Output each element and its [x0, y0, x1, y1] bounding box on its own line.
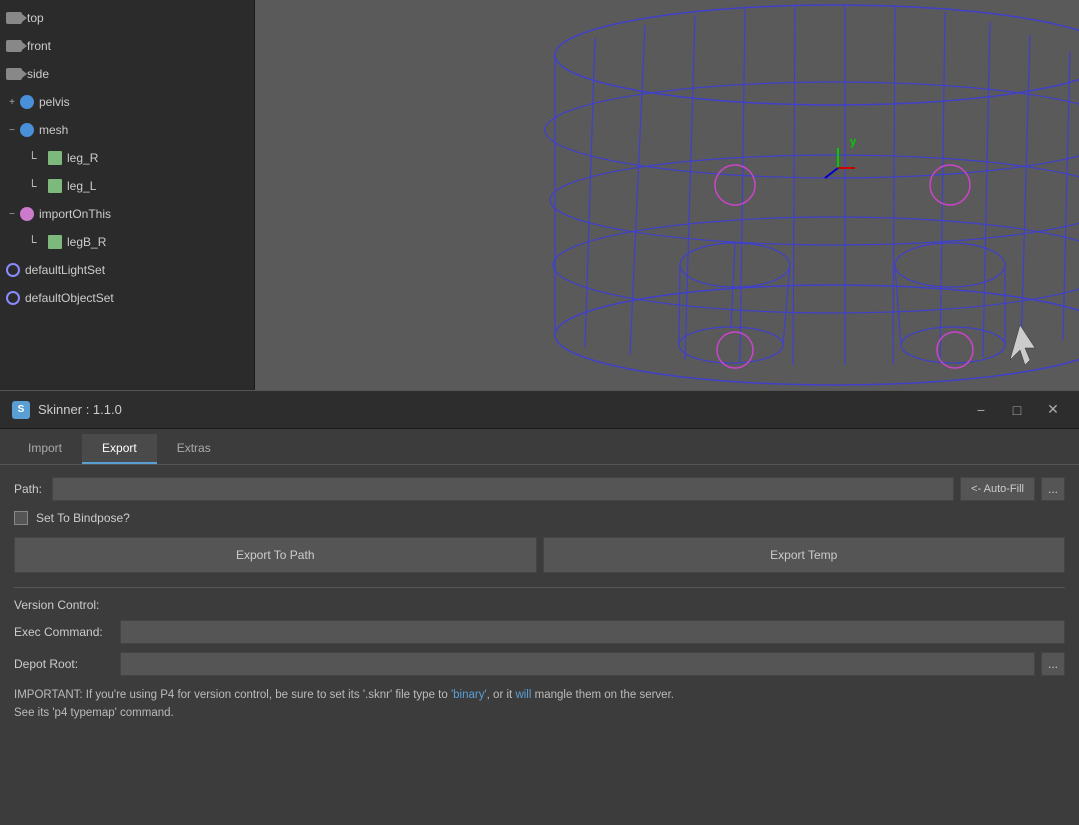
outliner-item-leg-r[interactable]: └ leg_R: [0, 144, 254, 172]
bindpose-row: Set To Bindpose?: [14, 511, 1065, 525]
outliner-label-leg-r: leg_R: [67, 151, 98, 165]
tab-extras[interactable]: Extras: [157, 434, 231, 464]
svg-text:y: y: [850, 136, 857, 148]
tab-import[interactable]: Import: [8, 434, 82, 464]
camera-icon-front: [6, 40, 22, 52]
outliner-label-side: side: [27, 67, 49, 81]
expand-icon-importonthis: −: [6, 208, 18, 220]
bindpose-label: Set To Bindpose?: [36, 511, 130, 525]
export-panel-content: Path: <- Auto-Fill ... Set To Bindpose? …: [0, 465, 1079, 735]
export-to-path-button[interactable]: Export To Path: [14, 537, 537, 573]
minimize-button[interactable]: −: [967, 399, 995, 421]
important-note-line2: See its 'p4 typemap' command.: [14, 707, 174, 719]
outliner-label-pelvis: pelvis: [39, 95, 70, 109]
close-button[interactable]: ✕: [1039, 399, 1067, 421]
set-icon-lightset: [6, 263, 20, 277]
exec-command-label: Exec Command:: [14, 625, 114, 639]
exec-command-row: Exec Command:: [14, 620, 1065, 644]
joint-icon-mesh: [20, 123, 34, 137]
path-row: Path: <- Auto-Fill ...: [14, 477, 1065, 501]
important-note-line1: IMPORTANT: If you're using P4 for versio…: [14, 689, 674, 701]
depot-root-label: Depot Root:: [14, 657, 114, 671]
title-bar-left: S Skinner : 1.1.0: [12, 401, 122, 419]
important-note: IMPORTANT: If you're using P4 for versio…: [14, 686, 1065, 723]
expand-icon-mesh: −: [6, 124, 18, 136]
joint-icon-importonthis: [20, 207, 34, 221]
depot-root-row: Depot Root: ...: [14, 652, 1065, 676]
depot-root-input[interactable]: [120, 652, 1035, 676]
outliner-label-leg-l: leg_L: [67, 179, 96, 193]
expand-icon-pelvis: +: [6, 96, 18, 108]
3d-viewport[interactable]: y: [255, 0, 1079, 390]
viewport-area: top front side + pelvis − me: [0, 0, 1079, 390]
outliner-item-defaultobjectset[interactable]: defaultObjectSet: [0, 284, 254, 312]
outliner-label-defaultlightset: defaultLightSet: [25, 263, 105, 277]
mesh-icon-leg-l: [48, 179, 62, 193]
path-browse-button[interactable]: ...: [1041, 477, 1065, 501]
export-temp-button[interactable]: Export Temp: [543, 537, 1066, 573]
bindpose-checkbox[interactable]: [14, 511, 28, 525]
divider: [14, 587, 1065, 588]
outliner-label-defaultobjectset: defaultObjectSet: [25, 291, 114, 305]
outliner-panel: top front side + pelvis − me: [0, 0, 255, 390]
outliner-label-front: front: [27, 39, 51, 53]
outliner-label-top: top: [27, 11, 44, 25]
depot-browse-button[interactable]: ...: [1041, 652, 1065, 676]
joint-icon-pelvis: [20, 95, 34, 109]
outliner-item-side[interactable]: side: [0, 60, 254, 88]
path-input[interactable]: [52, 477, 954, 501]
tabs-bar: Import Export Extras: [0, 429, 1079, 465]
camera-icon-side: [6, 68, 22, 80]
mesh-icon-legb-r: [48, 235, 62, 249]
outliner-item-legb-r[interactable]: └ legB_R: [0, 228, 254, 256]
version-control-label: Version Control:: [14, 598, 1065, 612]
app-icon: S: [12, 401, 30, 419]
exec-command-input[interactable]: [120, 620, 1065, 644]
title-bar: S Skinner : 1.1.0 − □ ✕: [0, 391, 1079, 429]
outliner-label-legb-r: legB_R: [67, 235, 106, 249]
outliner-item-defaultlightset[interactable]: defaultLightSet: [0, 256, 254, 284]
highlight-binary: 'binary': [451, 689, 487, 701]
outliner-item-front[interactable]: front: [0, 32, 254, 60]
outliner-label-importonthis: importOnThis: [39, 207, 111, 221]
tab-export[interactable]: Export: [82, 434, 157, 464]
outliner-label-mesh: mesh: [39, 123, 68, 137]
export-buttons-row: Export To Path Export Temp: [14, 537, 1065, 573]
outliner-item-top[interactable]: top: [0, 4, 254, 32]
mesh-icon-leg-r: [48, 151, 62, 165]
app-title: Skinner : 1.1.0: [38, 402, 122, 417]
autofill-button[interactable]: <- Auto-Fill: [960, 477, 1035, 501]
highlight-will: will: [515, 689, 531, 701]
outliner-item-leg-l[interactable]: └ leg_L: [0, 172, 254, 200]
skinner-panel: S Skinner : 1.1.0 − □ ✕ Import Export Ex…: [0, 390, 1079, 735]
maximize-button[interactable]: □: [1003, 399, 1031, 421]
window-controls: − □ ✕: [967, 399, 1067, 421]
outliner-item-importonthis[interactable]: − importOnThis: [0, 200, 254, 228]
set-icon-objectset: [6, 291, 20, 305]
outliner-item-mesh[interactable]: − mesh: [0, 116, 254, 144]
path-label: Path:: [14, 482, 42, 496]
viewport-svg: y: [255, 0, 1079, 390]
camera-icon: [6, 12, 22, 24]
outliner-item-pelvis[interactable]: + pelvis: [0, 88, 254, 116]
